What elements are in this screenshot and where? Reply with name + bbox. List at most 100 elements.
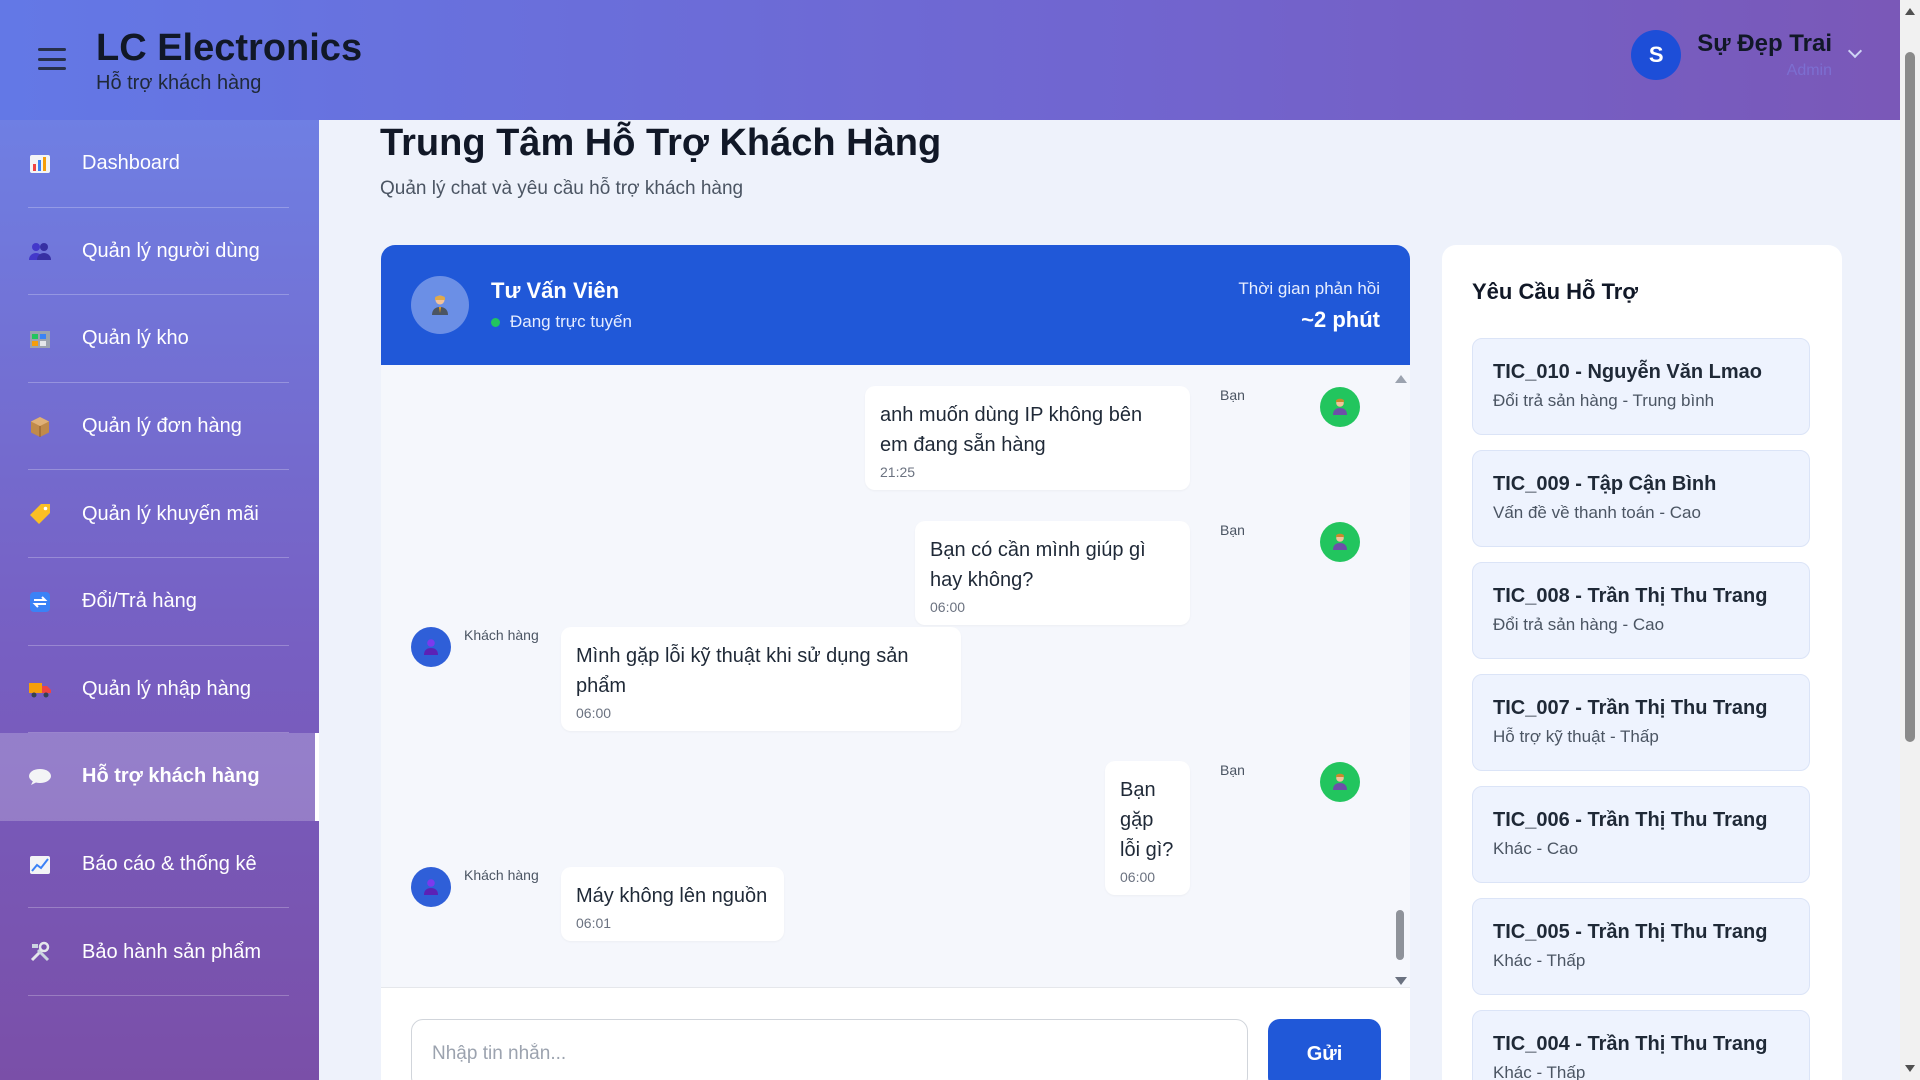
ticket-subtitle: Đổi trả sản hàng - Cao bbox=[1493, 615, 1665, 634]
ticket-card[interactable]: TIC_010 - Nguyễn Văn Lmao Đổi trả sản hà… bbox=[1472, 338, 1810, 435]
sidebar-item-label: Quản lý người dùng bbox=[82, 239, 260, 262]
agent-info: Tư Vấn Viên Đang trực tuyến bbox=[491, 278, 632, 332]
brand-title: LC Electronics bbox=[96, 27, 363, 69]
sidebar-item-support[interactable]: Hỗ trợ khách hàng bbox=[0, 733, 319, 821]
message-sender: Bạn bbox=[1220, 387, 1245, 403]
support-requests-panel: Yêu Cầu Hỗ Trợ TIC_010 - Nguyễn Văn Lmao… bbox=[1442, 245, 1842, 1080]
scroll-thumb[interactable] bbox=[1396, 910, 1404, 960]
message-sender: Khách hàng bbox=[464, 627, 539, 643]
ticket-card[interactable]: TIC_005 - Trần Thị Thu Trang Khác - Thấp bbox=[1472, 898, 1810, 995]
user-name: Sự Đẹp Trai bbox=[1697, 30, 1832, 57]
message-time: 06:01 bbox=[576, 915, 612, 931]
response-time-value: ~2 phút bbox=[1301, 307, 1380, 332]
sidebar-item-reports[interactable]: Báo cáo & thống kê bbox=[0, 821, 319, 909]
message-time: 06:00 bbox=[1120, 869, 1156, 885]
sidebar-item-warehouse[interactable]: Quản lý kho bbox=[0, 295, 319, 383]
app-header: LC Electronics Hỗ trợ khách hàng S Sự Đẹ… bbox=[0, 0, 1900, 120]
sidebar-item-imports[interactable]: Quản lý nhập hàng bbox=[0, 646, 319, 734]
line-chart-icon bbox=[28, 854, 52, 876]
chat-panel: Tư Vấn Viên Đang trực tuyến Thời gian ph… bbox=[381, 245, 1410, 1080]
online-indicator bbox=[491, 317, 500, 327]
customer-avatar-icon bbox=[411, 627, 451, 667]
message-text: Mình gặp lỗi kỹ thuật khi sử dụng sản ph… bbox=[576, 645, 909, 697]
ticket-title: TIC_007 - Trần Thị Thu Trang bbox=[1493, 697, 1768, 719]
ticket-subtitle: Đổi trả sản hàng - Trung bình bbox=[1493, 391, 1715, 410]
sidebar-item-dashboard[interactable]: Dashboard bbox=[0, 120, 319, 208]
ticket-card[interactable]: TIC_004 - Trần Thị Thu Trang Khác - Thấp bbox=[1472, 1010, 1810, 1080]
ticket-card[interactable]: TIC_009 - Tập Cận Bình Vấn đề về thanh t… bbox=[1472, 450, 1810, 547]
message-incoming: Máy không lên nguồn 06:01 bbox=[561, 867, 784, 941]
ticket-title: TIC_004 - Trần Thị Thu Trang bbox=[1493, 1033, 1768, 1055]
message-input[interactable] bbox=[411, 1019, 1248, 1080]
sidebar-item-label: Quản lý nhập hàng bbox=[82, 677, 252, 700]
sidebar: Dashboard Quản lý người dùng Quản lý kho… bbox=[0, 120, 319, 1080]
ticket-subtitle: Vấn đề về thanh toán - Cao bbox=[1493, 503, 1701, 522]
user-menu[interactable]: S Sự Đẹp Trai Admin bbox=[1631, 30, 1863, 80]
sidebar-item-label: Quản lý đơn hàng bbox=[82, 415, 242, 438]
sidebar-item-label: Dashboard bbox=[82, 152, 180, 175]
agent-person-icon bbox=[432, 295, 448, 315]
return-icon bbox=[28, 591, 52, 613]
send-button[interactable]: Gửi bbox=[1268, 1019, 1381, 1080]
user-avatar-icon bbox=[1320, 522, 1360, 562]
customer-avatar-icon bbox=[411, 867, 451, 907]
sidebar-item-label: Hỗ trợ khách hàng bbox=[82, 765, 260, 788]
ticket-title: TIC_006 - Trần Thị Thu Trang bbox=[1493, 809, 1768, 831]
brand: LC Electronics Hỗ trợ khách hàng bbox=[96, 26, 362, 95]
message-incoming: Mình gặp lỗi kỹ thuật khi sử dụng sản ph… bbox=[561, 627, 961, 731]
ticket-card[interactable]: TIC_008 - Trần Thị Thu Trang Đổi trả sản… bbox=[1472, 562, 1810, 659]
page-title: Trung Tâm Hỗ Trợ Khách Hàng bbox=[380, 122, 942, 164]
message-outgoing: anh muốn dùng IP không bên em đang sẵn h… bbox=[865, 386, 1190, 490]
message-text: Máy không lên nguồn bbox=[576, 885, 768, 907]
message-text: anh muốn dùng IP không bên em đang sẵn h… bbox=[880, 404, 1143, 456]
tag-icon bbox=[28, 503, 52, 525]
users-icon bbox=[28, 240, 52, 262]
ticket-card[interactable]: TIC_007 - Trần Thị Thu Trang Hỗ trợ kỹ t… bbox=[1472, 674, 1810, 771]
sidebar-item-label: Quản lý kho bbox=[82, 327, 189, 350]
user-avatar-icon bbox=[1320, 762, 1360, 802]
main-content: Trung Tâm Hỗ Trợ Khách Hàng Quản lý chat… bbox=[361, 120, 1861, 1080]
page-scrollbar[interactable] bbox=[1900, 0, 1920, 1080]
ticket-title: TIC_010 - Nguyễn Văn Lmao bbox=[1493, 361, 1762, 383]
page-subtitle: Quản lý chat và yêu cầu hỗ trợ khách hàn… bbox=[380, 178, 744, 199]
user-info: Sự Đẹp Trai Admin bbox=[1697, 30, 1832, 80]
menu-icon[interactable] bbox=[38, 48, 66, 70]
bar-chart-icon bbox=[28, 153, 52, 175]
chat-bubble-icon bbox=[28, 766, 52, 788]
sidebar-item-promotions[interactable]: Quản lý khuyến mãi bbox=[0, 470, 319, 558]
tools-icon bbox=[28, 941, 52, 963]
message-time: 06:00 bbox=[576, 705, 612, 721]
sidebar-item-label: Quản lý khuyến mãi bbox=[82, 502, 259, 525]
chevron-down-icon[interactable] bbox=[1847, 43, 1863, 59]
scroll-thumb[interactable] bbox=[1905, 52, 1915, 742]
message-sender: Bạn bbox=[1220, 762, 1245, 778]
truck-icon bbox=[28, 678, 52, 700]
sidebar-item-orders[interactable]: Quản lý đơn hàng bbox=[0, 383, 319, 471]
ticket-title: TIC_005 - Trần Thị Thu Trang bbox=[1493, 921, 1768, 943]
ticket-title: TIC_008 - Trần Thị Thu Trang bbox=[1493, 585, 1768, 607]
scroll-down-icon[interactable] bbox=[1905, 1065, 1915, 1072]
ticket-card[interactable]: TIC_006 - Trần Thị Thu Trang Khác - Cao bbox=[1472, 786, 1810, 883]
sidebar-item-users[interactable]: Quản lý người dùng bbox=[0, 208, 319, 296]
scroll-up-icon[interactable] bbox=[1905, 8, 1915, 15]
response-time: Thời gian phản hồi ~2 phút bbox=[1238, 279, 1380, 333]
agent-avatar bbox=[411, 276, 469, 334]
message-time: 06:00 bbox=[930, 599, 966, 615]
warehouse-icon bbox=[28, 328, 52, 350]
message-time: 21:25 bbox=[880, 464, 916, 480]
user-role: Admin bbox=[1786, 62, 1832, 79]
message-list: anh muốn dùng IP không bên em đang sẵn h… bbox=[381, 365, 1410, 987]
message-sender: Bạn bbox=[1220, 522, 1245, 538]
avatar: S bbox=[1631, 30, 1682, 80]
sidebar-item-warranty[interactable]: Bảo hành sản phẩm bbox=[0, 908, 319, 996]
agent-status-text: Đang trực tuyến bbox=[510, 312, 632, 331]
requests-title: Yêu Cầu Hỗ Trợ bbox=[1472, 279, 1638, 304]
message-outgoing: Bạn gặp lỗi gì? 06:00 bbox=[1105, 761, 1190, 895]
user-avatar-icon bbox=[1320, 387, 1360, 427]
chat-scrollbar[interactable] bbox=[1394, 375, 1407, 985]
brand-subtitle: Hỗ trợ khách hàng bbox=[96, 72, 262, 94]
scroll-down-icon[interactable] bbox=[1395, 977, 1407, 985]
scroll-up-icon[interactable] bbox=[1395, 375, 1407, 383]
sidebar-item-returns[interactable]: Đổi/Trả hàng bbox=[0, 558, 319, 646]
message-sender: Khách hàng bbox=[464, 867, 539, 883]
